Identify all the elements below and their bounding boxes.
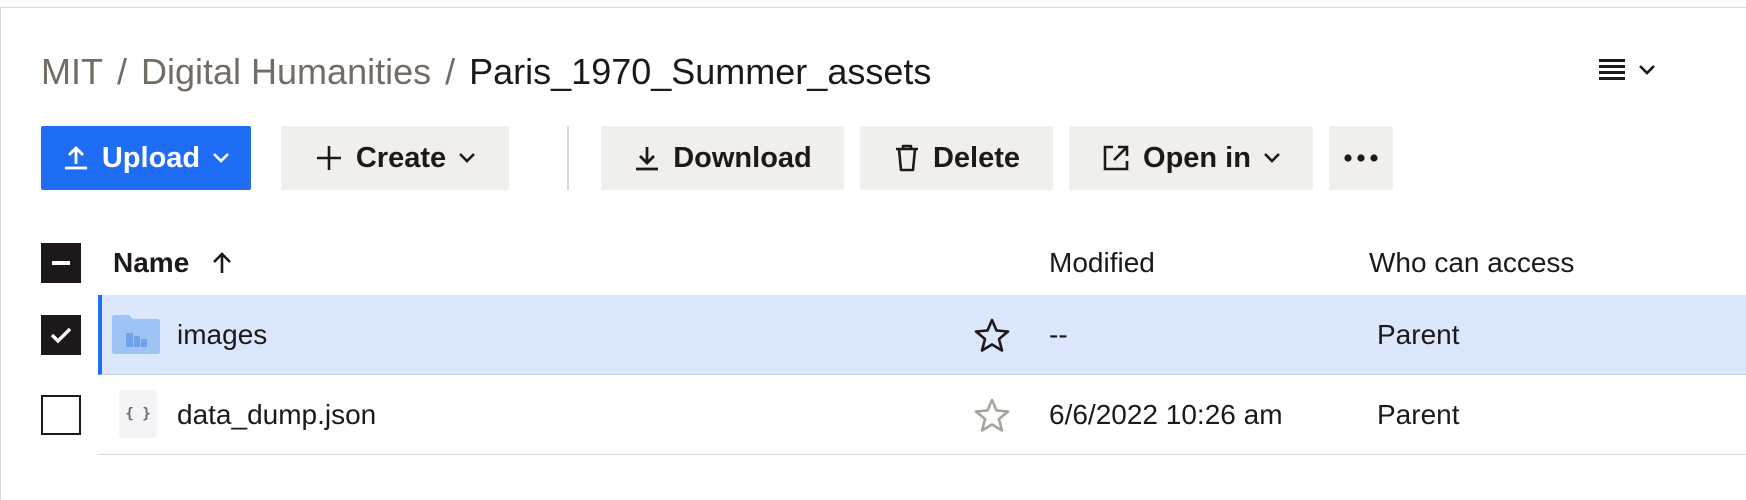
modified-date: 6/6/2022 10:26 am	[1049, 399, 1283, 430]
json-icon-label: { }	[125, 406, 151, 422]
view-toggle-button[interactable]	[1597, 52, 1677, 92]
folder-icon	[111, 309, 161, 359]
star-button[interactable]	[973, 295, 1011, 375]
file-name[interactable]: images	[177, 295, 267, 375]
upload-icon	[62, 144, 90, 172]
upload-button[interactable]: Upload	[41, 126, 251, 190]
create-button[interactable]: Create	[281, 126, 509, 190]
plus-icon	[314, 143, 344, 173]
breadcrumb-item-mit[interactable]: MIT	[41, 51, 103, 93]
access-value: Parent	[1377, 399, 1460, 430]
external-link-icon	[1101, 143, 1131, 173]
create-label: Create	[355, 141, 447, 174]
breadcrumb-separator: /	[116, 51, 127, 92]
open-in-label: Open in	[1143, 141, 1251, 174]
chevron-down-icon	[212, 152, 230, 164]
trash-icon	[893, 143, 921, 173]
delete-label: Delete	[932, 141, 1021, 174]
delete-button[interactable]: Delete	[860, 126, 1053, 190]
modified-date: --	[1049, 319, 1068, 350]
chevron-down-icon	[1637, 63, 1657, 82]
more-button[interactable]	[1329, 126, 1393, 190]
star-icon	[974, 398, 1010, 432]
breadcrumb-item-digital-humanities[interactable]: Digital Humanities	[141, 51, 431, 93]
arrow-up-icon	[211, 251, 233, 275]
minus-icon	[52, 261, 70, 265]
open-in-button[interactable]: Open in	[1069, 126, 1313, 190]
column-name-label: Name	[113, 247, 190, 278]
chevron-down-icon	[458, 152, 476, 164]
row-checkbox[interactable]	[41, 315, 81, 355]
download-icon	[633, 144, 661, 172]
toolbar-divider	[567, 126, 569, 190]
breadcrumb-current-folder: Paris_1970_Summer_assets	[469, 51, 932, 92]
breadcrumb-separator: /	[445, 51, 456, 92]
checkmark-icon	[50, 327, 72, 344]
row-checkbox[interactable]	[41, 395, 81, 435]
chevron-down-icon	[1263, 152, 1281, 164]
access-value: Parent	[1377, 319, 1460, 350]
table-row[interactable]: { } data_dump.json 6/6/2022 10:26 am Par…	[1, 375, 1746, 455]
download-label: Download	[673, 141, 812, 174]
file-name[interactable]: data_dump.json	[177, 375, 376, 455]
upload-label: Upload	[101, 141, 201, 174]
star-button[interactable]	[973, 375, 1011, 455]
json-file-icon: { }	[113, 389, 163, 439]
select-all-checkbox[interactable]	[41, 243, 81, 283]
star-icon	[974, 318, 1010, 352]
list-view-icon	[1597, 57, 1627, 88]
breadcrumb: MIT / Digital Humanities / Paris_1970_Su…	[41, 46, 931, 98]
row-background	[98, 295, 1746, 375]
download-button[interactable]: Download	[601, 126, 844, 190]
table-row[interactable]: images -- Parent	[1, 295, 1746, 375]
more-horizontal-icon	[1344, 154, 1378, 162]
file-browser: MIT / Digital Humanities / Paris_1970_Su…	[0, 7, 1746, 500]
